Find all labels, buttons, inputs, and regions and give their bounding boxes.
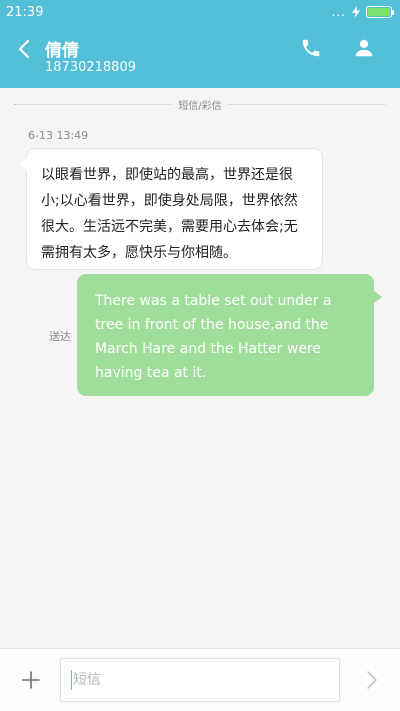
incoming-message-bubble[interactable]: 以眼看世界，即使站的最高，世界还是很小;以心看世界，即使身处局限，世界依然很大。… <box>20 148 323 270</box>
message-timestamp: 6-13 13:49 <box>28 129 89 142</box>
message-input[interactable] <box>60 658 340 702</box>
delivery-status: 送达 <box>49 330 71 343</box>
status-bar: 21:39 ... <box>0 0 400 24</box>
bubble-tail <box>373 290 382 304</box>
composer-bar <box>0 648 400 711</box>
conversation-header: 倩倩 18730218809 <box>0 24 400 88</box>
outgoing-message-bubble[interactable]: There was a table set out under a tree i… <box>77 274 382 396</box>
signal-dots-icon: ... <box>331 5 346 19</box>
battery-level <box>368 8 390 16</box>
status-time: 21:39 <box>6 4 44 20</box>
message-type-divider: 短信/彩信 <box>14 96 386 112</box>
outgoing-message-text: There was a table set out under a tree i… <box>95 293 332 381</box>
contact-number: 18730218809 <box>45 60 136 75</box>
incoming-message-text: 以眼看世界，即使站的最高，世界还是很小;以心看世界，即使身处局限，世界依然很大。… <box>41 167 298 261</box>
bubble-tail <box>20 157 28 171</box>
back-arrow-icon[interactable] <box>14 38 36 60</box>
plus-icon[interactable] <box>20 669 42 691</box>
divider-line-left <box>14 103 173 105</box>
send-chevron-icon[interactable] <box>360 669 382 691</box>
status-icons: ... <box>331 5 394 19</box>
text-cursor <box>71 670 72 690</box>
divider-line-right <box>227 103 386 105</box>
person-icon[interactable] <box>353 37 375 59</box>
phone-icon[interactable] <box>300 37 322 59</box>
charging-bolt-icon <box>352 6 360 18</box>
contact-name: 倩倩 <box>45 41 79 61</box>
battery-icon <box>366 6 394 18</box>
message-type-label: 短信/彩信 <box>178 100 222 112</box>
